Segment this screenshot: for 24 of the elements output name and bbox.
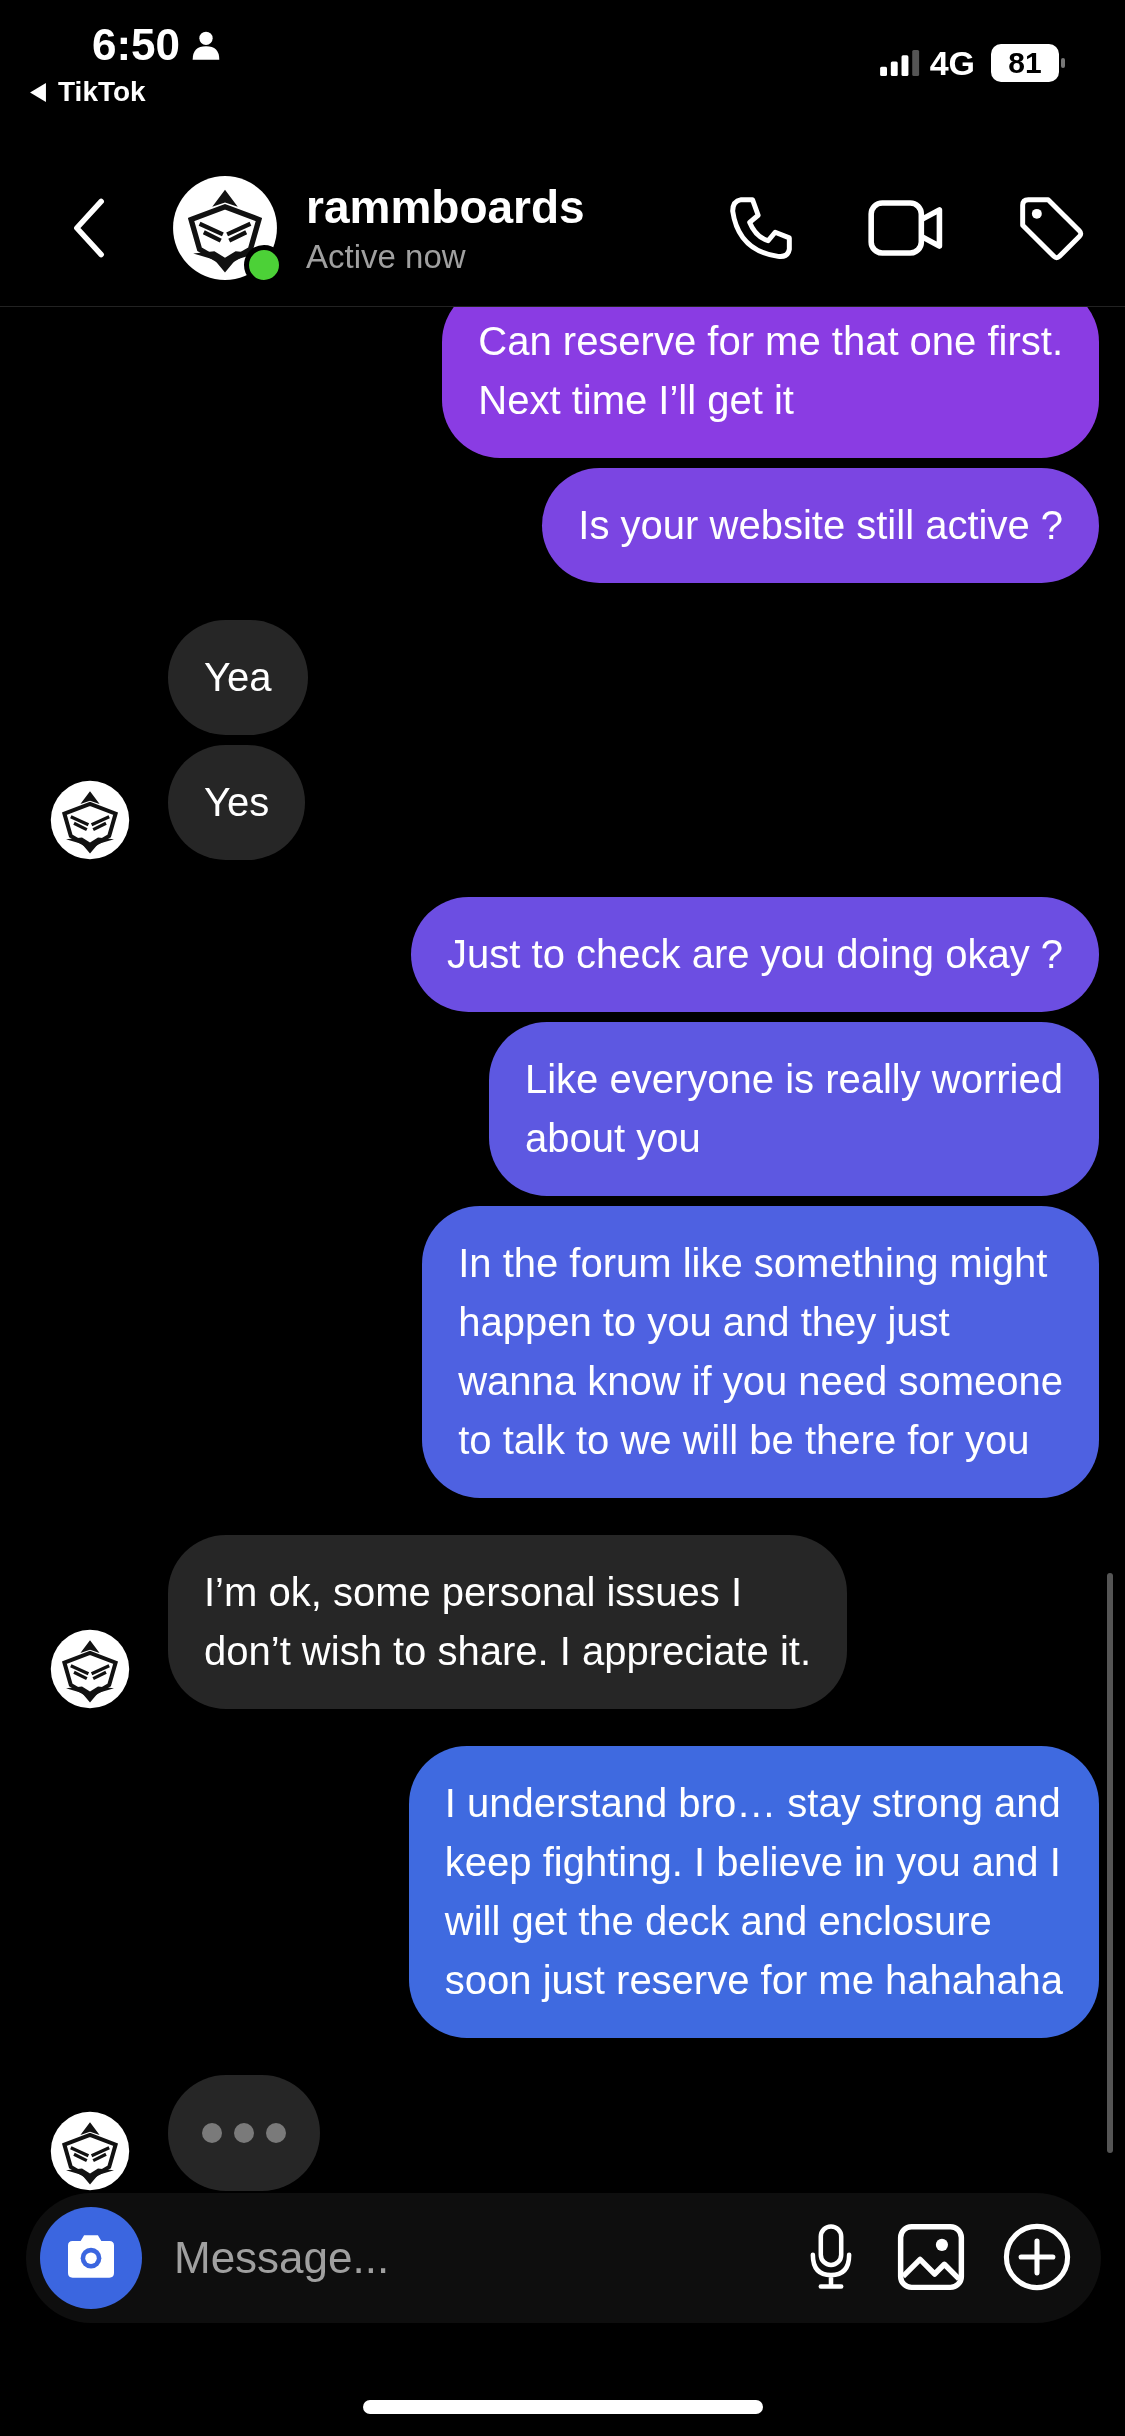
battery-indicator: 81 [991, 44, 1059, 82]
message-bubble: Yea [168, 620, 308, 735]
phone-call-icon[interactable] [727, 194, 795, 262]
message-field[interactable]: Message... [172, 2232, 765, 2284]
message-bubble: Just to check are you doing okay ? [411, 897, 1099, 1012]
message-bubble: Is your website still active ? [542, 468, 1099, 583]
triangle-icon [30, 82, 46, 102]
message-bubble: I’m ok, some personal issues I don’t wish to share. I appreciate it. [168, 1535, 847, 1709]
back-to-app-link[interactable]: TikTok [30, 76, 146, 108]
signal-icon [879, 50, 920, 76]
chevron-left-icon [72, 197, 106, 259]
tag-icon[interactable] [1017, 194, 1085, 262]
battery-tip-icon [1061, 58, 1065, 68]
message-bubble: In the forum like something might happen to you and they just wanna know if you need someone to talk to we will be there for you [422, 1206, 1099, 1498]
video-call-icon[interactable] [867, 197, 945, 259]
activity-status: Active now [306, 238, 466, 276]
message-bubble: I understand bro… stay strong and keep fighting. I believe in you and I will get the deck and enclosure soon just reserve for me hahahaha [408, 1746, 1099, 2038]
message-bubble: Yes [168, 745, 306, 860]
clock-time: 6:50 [92, 20, 181, 70]
network-type: 4G [929, 43, 975, 83]
message-bubble: Like everyone is really worried about you [489, 1022, 1099, 1196]
contact-name[interactable]: rammboards [306, 180, 585, 234]
message-bubble: Can reserve for me that one first. Next time I’ll get it [442, 307, 1099, 458]
back-button[interactable] [72, 197, 106, 259]
